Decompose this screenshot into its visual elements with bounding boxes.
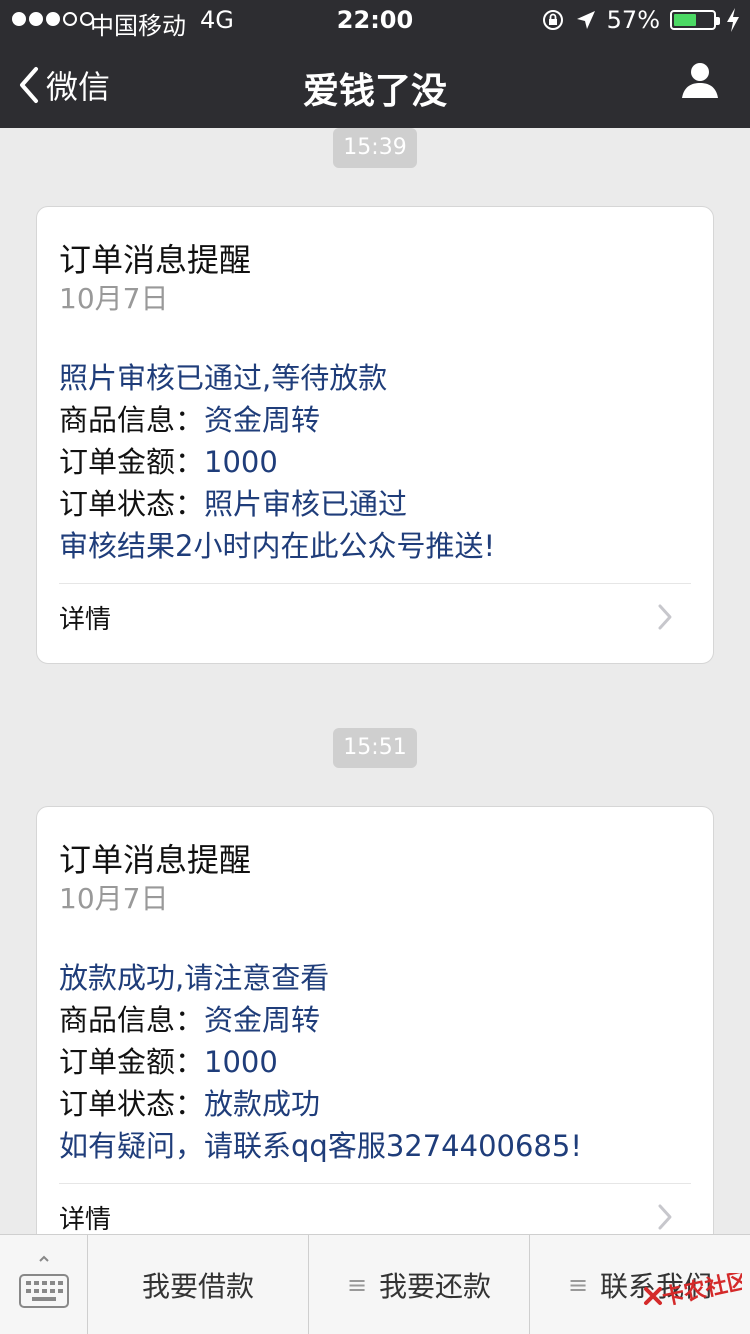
card-divider — [59, 1183, 691, 1184]
person-icon — [682, 63, 718, 98]
product-info-row: 商品信息：资金周转 — [59, 397, 320, 439]
keyboard-toggle-button[interactable] — [0, 1235, 88, 1334]
product-info-row: 商品信息：资金周转 — [59, 997, 320, 1039]
message-timestamp: 15:51 — [333, 728, 417, 768]
order-amount-row: 订单金额：1000 — [59, 439, 278, 481]
card-headline: 放款成功,请注意查看 — [59, 961, 330, 995]
menu-repay-button[interactable]: ≡ 我要还款 — [309, 1235, 530, 1334]
card-date: 10月7日 — [59, 282, 169, 315]
card-title: 订单消息提醒 — [59, 241, 252, 279]
order-status-row: 订单状态：照片审核已通过 — [59, 481, 407, 523]
card-date: 10月7日 — [59, 882, 169, 915]
message-timestamp: 15:39 — [333, 128, 417, 168]
top-bar: 中国移动 4G 22:00 57% 微信 爱钱了没 — [0, 0, 750, 128]
submenu-list-icon: ≡ — [567, 1271, 589, 1299]
battery-level-fill — [674, 14, 696, 26]
card-divider — [59, 583, 691, 584]
navigation-bar: 微信 爱钱了没 — [0, 40, 750, 128]
status-label: 订单状态： — [59, 1087, 205, 1121]
details-label: 详情 — [59, 605, 112, 635]
message-list[interactable]: 15:39 订单消息提醒 10月7日 照片审核已通过,等待放款 商品信息：资金周… — [0, 128, 750, 1234]
product-value: 资金周转 — [204, 1003, 321, 1037]
profile-button[interactable] — [680, 60, 720, 104]
template-message-card[interactable]: 订单消息提醒 10月7日 照片审核已通过,等待放款 商品信息：资金周转 订单金额… — [36, 206, 714, 664]
details-label: 详情 — [59, 1205, 112, 1234]
amount-value: 1000 — [204, 445, 278, 479]
card-title: 订单消息提醒 — [59, 841, 252, 879]
details-link[interactable]: 详情 — [59, 599, 693, 639]
product-value: 资金周转 — [204, 403, 321, 437]
product-label: 商品信息： — [59, 1003, 205, 1037]
menu-item-label: 我要借款 — [141, 1270, 254, 1303]
status-value: 放款成功 — [204, 1087, 321, 1121]
amount-value: 1000 — [204, 1045, 278, 1079]
menu-contact-button[interactable]: ≡ 联系我们 卡农社区 — [530, 1235, 750, 1334]
order-amount-row: 订单金额：1000 — [59, 1039, 278, 1081]
charging-bolt-icon — [727, 8, 739, 32]
battery-icon — [670, 10, 720, 30]
card-footer-note: 如有疑问，请联系qq客服3274400685! — [59, 1129, 582, 1163]
watermark-text: 卡农社区 — [660, 1273, 742, 1311]
submenu-list-icon: ≡ — [346, 1271, 368, 1299]
details-link[interactable]: 详情 — [59, 1199, 693, 1234]
amount-label: 订单金额： — [59, 1045, 205, 1079]
watermark-logo: 卡农社区 — [644, 1273, 742, 1311]
template-message-card[interactable]: 订单消息提醒 10月7日 放款成功,请注意查看 商品信息：资金周转 订单金额：1… — [36, 806, 714, 1234]
menu-borrow-button[interactable]: 我要借款 — [88, 1235, 309, 1334]
amount-label: 订单金额： — [59, 445, 205, 479]
keyboard-icon — [19, 1255, 69, 1308]
status-right-group: 57% — [541, 6, 740, 34]
battery-percent: 57% — [606, 6, 660, 34]
product-label: 商品信息： — [59, 403, 205, 437]
status-value: 照片审核已通过 — [204, 487, 408, 521]
order-status-row: 订单状态：放款成功 — [59, 1081, 320, 1123]
chevron-right-icon — [658, 604, 672, 630]
menu-item-label: 我要还款 — [379, 1270, 492, 1303]
status-label: 订单状态： — [59, 487, 205, 521]
location-arrow-icon — [576, 11, 595, 29]
chevron-right-icon — [658, 1204, 672, 1230]
custom-menu-bar: 我要借款 ≡ 我要还款 ≡ 联系我们 卡农社区 — [0, 1234, 750, 1334]
card-footer-note: 审核结果2小时内在此公众号推送! — [59, 529, 496, 563]
status-bar: 中国移动 4G 22:00 57% — [0, 0, 750, 40]
rotation-lock-icon — [542, 10, 563, 30]
card-headline: 照片审核已通过,等待放款 — [59, 361, 388, 395]
page-title: 爱钱了没 — [302, 71, 447, 112]
